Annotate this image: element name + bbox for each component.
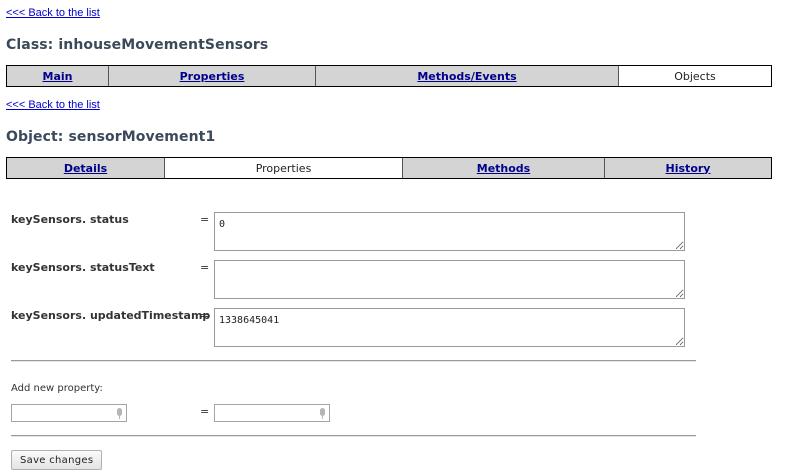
equals-sign: = xyxy=(200,309,210,322)
page: <<< Back to the list Class: inhouseMovem… xyxy=(0,0,785,474)
property-value-status-text[interactable] xyxy=(214,260,685,299)
back-to-list-link-top[interactable]: <<< Back to the list xyxy=(6,7,100,19)
tab-objects[interactable]: Objects xyxy=(619,66,771,86)
object-title: Object: sensorMovement1 xyxy=(6,129,216,145)
class-tabs: Main Properties Methods/Events Objects xyxy=(6,65,772,87)
property-name-updated-timestamp: keySensors. updatedTimestamp xyxy=(11,309,211,322)
new-property-name-input[interactable] xyxy=(14,409,114,426)
property-value-status[interactable]: 0 xyxy=(214,212,685,251)
tab-details[interactable]: Details xyxy=(7,158,165,178)
new-property-name-field[interactable] xyxy=(11,404,127,426)
tab-history[interactable]: History xyxy=(605,158,771,178)
equals-sign: = xyxy=(200,261,210,274)
class-title: Class: inhouseMovementSensors xyxy=(6,37,269,53)
divider-bottom xyxy=(11,435,696,437)
microphone-icon[interactable] xyxy=(117,408,122,419)
equals-sign: = xyxy=(200,405,210,418)
save-changes-button[interactable]: Save changes xyxy=(11,450,103,470)
object-tabs: Details Properties Methods History xyxy=(6,157,772,179)
tab-main[interactable]: Main xyxy=(7,66,109,86)
new-property-value-input[interactable] xyxy=(217,409,317,426)
property-name-status: keySensors. status xyxy=(11,213,129,226)
tab-object-properties[interactable]: Properties xyxy=(165,158,403,178)
equals-sign: = xyxy=(200,213,210,226)
back-to-list-link-second[interactable]: <<< Back to the list xyxy=(6,99,100,111)
microphone-icon[interactable] xyxy=(320,408,325,419)
tab-methods[interactable]: Methods xyxy=(403,158,605,178)
add-property-label: Add new property: xyxy=(11,383,103,394)
tab-properties[interactable]: Properties xyxy=(109,66,316,86)
property-value-updated-timestamp[interactable]: 1338645041 xyxy=(214,308,685,347)
tab-methods-events[interactable]: Methods/Events xyxy=(316,66,619,86)
divider-top xyxy=(11,360,696,362)
new-property-value-field[interactable] xyxy=(214,404,330,426)
property-name-status-text: keySensors. statusText xyxy=(11,261,155,274)
